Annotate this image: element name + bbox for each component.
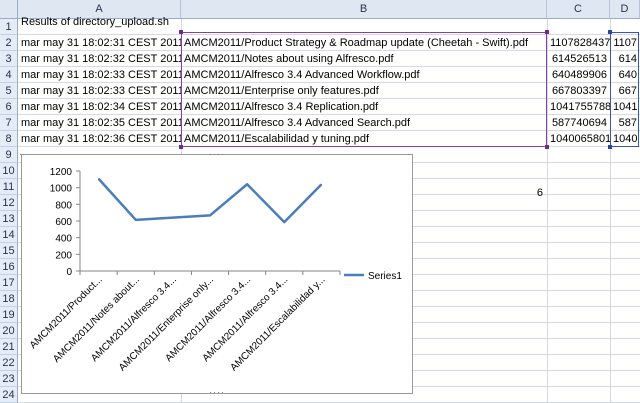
row-header[interactable]: 3: [0, 51, 18, 67]
row-header[interactable]: 7: [0, 115, 18, 131]
data-point: [246, 183, 248, 185]
cell-bytes[interactable]: 1107828437: [547, 35, 610, 51]
cell-date[interactable]: mar may 31 18:02:36 CEST 2011: [18, 131, 181, 147]
row-header[interactable]: 16: [0, 259, 18, 275]
selection-handle[interactable]: [179, 145, 183, 149]
cell-path[interactable]: AMCM2011/Escalabilidad y tuning.pdf: [181, 131, 547, 147]
chart-plot: 0 200 400 600 800 1000 1200 AMCM2011/Product...…: [28, 167, 402, 373]
y-tick-label: 200: [55, 250, 72, 261]
selection-handle[interactable]: [545, 145, 549, 149]
cell-bytes[interactable]: 587740694: [547, 115, 610, 131]
row-header[interactable]: 11: [0, 179, 18, 195]
row-header[interactable]: 1: [0, 19, 18, 35]
cell-mb[interactable]: 1040: [610, 131, 640, 147]
cell-mb[interactable]: 587: [610, 115, 640, 131]
x-tick-label: AMCM2011/Product...: [28, 274, 105, 351]
column-header-d[interactable]: D: [610, 0, 640, 19]
cell-date[interactable]: mar may 31 18:02:33 CEST 2011: [18, 83, 181, 99]
data-point: [320, 183, 322, 185]
row-header[interactable]: 21: [0, 339, 18, 355]
cell-path[interactable]: AMCM2011/Alfresco 3.4 Replication.pdf: [181, 99, 547, 115]
cell-date[interactable]: mar may 31 18:02:35 CEST 2011: [18, 115, 181, 131]
cell-mb[interactable]: 614: [610, 51, 640, 67]
cell-date[interactable]: mar may 31 18:02:31 CEST 2011: [18, 35, 181, 51]
data-point: [209, 214, 211, 216]
row-header[interactable]: 6: [0, 99, 18, 115]
cell-path[interactable]: AMCM2011/Alfresco 3.4 Advanced Search.pd…: [181, 115, 547, 131]
line-chart[interactable]: ···· ···· · · 0 200 400 600 800 1000 1200 AMCM2…: [19, 150, 413, 397]
row-header[interactable]: 14: [0, 227, 18, 243]
selection-handle[interactable]: [545, 30, 549, 34]
row-header[interactable]: 17: [0, 275, 18, 291]
cell-bytes[interactable]: 640489906: [547, 67, 610, 83]
row-header[interactable]: 22: [0, 355, 18, 371]
cell-bytes[interactable]: 1041755788: [547, 99, 610, 115]
data-point: [172, 217, 174, 219]
y-tick-label: 1000: [50, 184, 73, 195]
cell-mb[interactable]: 667: [610, 83, 640, 99]
cell-date[interactable]: mar may 31 18:02:34 CEST 2011: [18, 99, 181, 115]
cell-c11[interactable]: 6: [480, 184, 546, 203]
cell-bytes[interactable]: 667803397: [547, 83, 610, 99]
row-header[interactable]: 18: [0, 291, 18, 307]
row-header[interactable]: 23: [0, 371, 18, 387]
cell-mb[interactable]: 1107: [610, 35, 640, 51]
row-header[interactable]: 8: [0, 131, 18, 147]
y-tick-label: 400: [55, 234, 72, 245]
cell-a1[interactable]: Results of directory_upload.sh: [18, 13, 318, 32]
data-point: [135, 219, 137, 221]
legend-label: Series1: [368, 271, 402, 282]
cell-date[interactable]: mar may 31 18:02:33 CEST 2011: [18, 67, 181, 83]
row-header[interactable]: 19: [0, 307, 18, 323]
y-tick-label: 1200: [50, 167, 73, 178]
row-header[interactable]: 5: [0, 83, 18, 99]
y-tick-label: 600: [55, 217, 72, 228]
data-point: [98, 178, 100, 180]
row-header[interactable]: 10: [0, 163, 18, 179]
selection-handle[interactable]: [179, 30, 183, 34]
row-header[interactable]: 13: [0, 211, 18, 227]
cell-mb[interactable]: 640: [610, 67, 640, 83]
cell-path[interactable]: AMCM2011/Product Strategy & Roadmap upda…: [181, 35, 547, 51]
cell-path[interactable]: AMCM2011/Enterprise only features.pdf: [181, 83, 547, 99]
cell-path[interactable]: AMCM2011/Notes about using Alfresco.pdf: [181, 51, 547, 67]
selection-handle[interactable]: [608, 30, 612, 34]
y-tick-label: 800: [55, 200, 72, 211]
row-header[interactable]: 20: [0, 323, 18, 339]
cell-date[interactable]: mar may 31 18:02:32 CEST 2011: [18, 51, 181, 67]
row-header[interactable]: 24: [0, 387, 18, 403]
row-header[interactable]: 15: [0, 243, 18, 259]
data-point: [283, 221, 285, 223]
selection-handle[interactable]: [608, 145, 612, 149]
cell-mb[interactable]: 1041: [610, 99, 640, 115]
y-tick-label: 0: [66, 267, 72, 278]
row-header[interactable]: 2: [0, 35, 18, 51]
select-all-corner[interactable]: [0, 0, 18, 19]
cell-bytes[interactable]: 614526513: [547, 51, 610, 67]
row-header[interactable]: 4: [0, 67, 18, 83]
cell-bytes[interactable]: 1040065801: [547, 131, 610, 147]
row-header[interactable]: 12: [0, 195, 18, 211]
cell-path[interactable]: AMCM2011/Alfresco 3.4 Advanced Workflow.…: [181, 67, 547, 83]
row-header[interactable]: 9: [0, 147, 18, 163]
column-header-c[interactable]: C: [547, 0, 610, 19]
